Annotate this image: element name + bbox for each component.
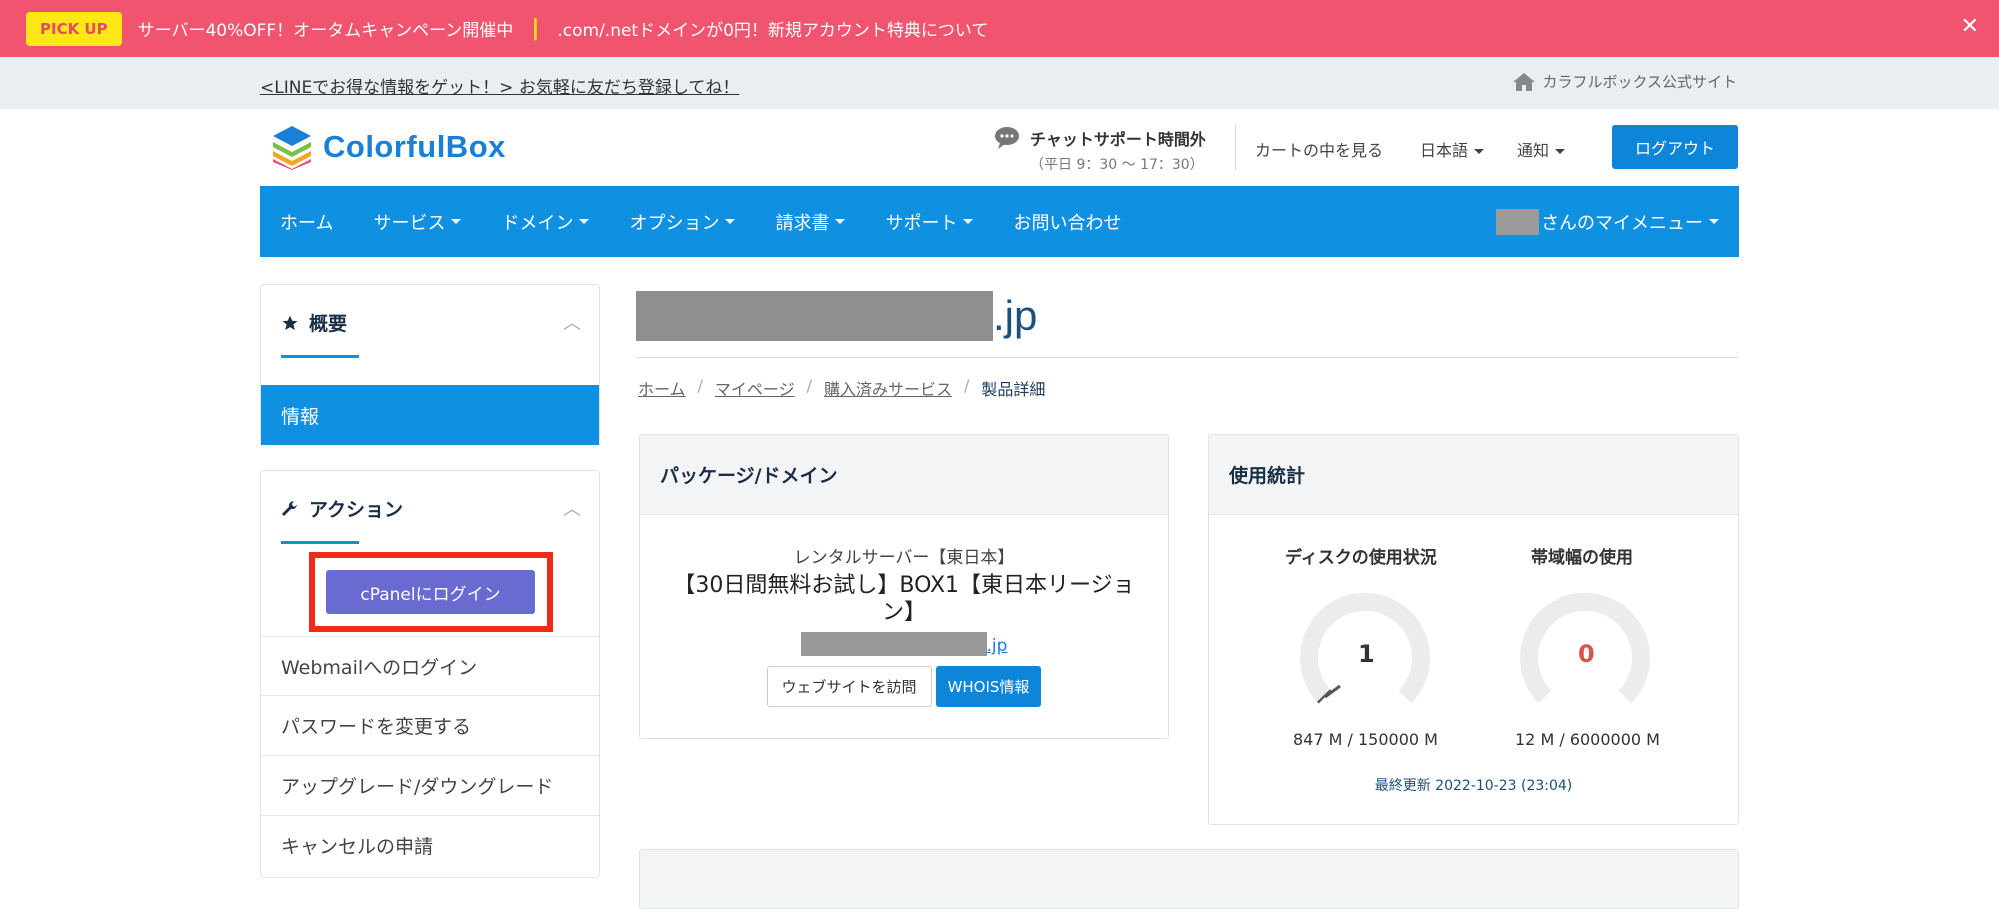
- cart-link[interactable]: カートの中を見る: [1255, 137, 1383, 161]
- nav-options-label: オプション: [629, 212, 720, 234]
- nav-invoices-label: 請求書: [775, 212, 830, 234]
- chat-bubble-icon: [995, 127, 1019, 149]
- chevron-down-icon: [963, 219, 974, 224]
- official-site-label: カラフルボックス公式サイト: [1542, 73, 1737, 91]
- usage-stats-card: 使用統計 ディスクの使用状況 1 847 M / 150000 M 帯域幅の使用…: [1208, 434, 1739, 825]
- nav-contact-label: お問い合わせ: [1013, 212, 1122, 234]
- chevron-up-icon[interactable]: ︿: [563, 309, 581, 335]
- chevron-down-icon: [725, 219, 736, 224]
- line-bar: <LINEでお得な情報をゲット！> お気軽に友だち登録してね！ カラフルボックス…: [0, 57, 1999, 109]
- nav-services-label: サービス: [373, 212, 446, 234]
- chevron-down-icon: [1709, 219, 1719, 224]
- header-divider: [1235, 124, 1236, 170]
- my-menu-label: さんのマイメニュー: [1541, 212, 1703, 234]
- close-icon[interactable]: ✕: [1961, 14, 1979, 39]
- chevron-down-icon: [1474, 149, 1485, 154]
- main-nav: ホーム サービス ドメイン オプション 請求書 サポート お問い合わせ さんのマ…: [260, 186, 1739, 257]
- chevron-down-icon: [1555, 149, 1566, 154]
- nav-invoices[interactable]: 請求書: [755, 209, 865, 235]
- nav-domains-label: ドメイン: [501, 212, 574, 234]
- domain-suffix: .jp: [993, 292, 1038, 339]
- panel-underline: [281, 541, 359, 544]
- redacted-domain: [800, 632, 987, 656]
- package-domain-suffix: .jp: [986, 636, 1008, 656]
- bandwidth-usage-label: 帯域幅の使用: [1531, 548, 1633, 568]
- action-webmail-login[interactable]: Webmailへのログイン: [261, 636, 599, 695]
- title-divider: [636, 357, 1739, 358]
- next-card: [639, 849, 1739, 909]
- visit-website-button[interactable]: ウェブサイトを訪問: [766, 666, 932, 707]
- chevron-down-icon: [835, 219, 846, 224]
- logout-button[interactable]: ログアウト: [1612, 125, 1738, 169]
- home-icon: [1513, 72, 1536, 91]
- nav-home-label: ホーム: [280, 212, 334, 234]
- redacted-domain: [636, 291, 993, 341]
- breadcrumb-mypage[interactable]: マイページ: [715, 376, 795, 400]
- redacted-username: [1496, 208, 1539, 235]
- disk-usage-label: ディスクの使用状況: [1285, 548, 1437, 568]
- cpanel-login-button[interactable]: cPanelにログイン: [326, 570, 535, 614]
- nav-support[interactable]: サポート: [865, 209, 993, 235]
- promo-campaign-link[interactable]: サーバー40%OFF！オータムキャンペーン開催中: [138, 16, 514, 41]
- line-register-link[interactable]: <LINEでお得な情報をゲット！> お気軽に友だち登録してね！: [260, 73, 739, 98]
- wrench-icon: [282, 500, 298, 516]
- promo-bar: PICK UP サーバー40%OFF！オータムキャンペーン開催中 | .com/…: [0, 0, 1999, 57]
- actions-toggle[interactable]: アクション: [281, 495, 403, 522]
- package-category: レンタルサーバー【東日本】: [793, 548, 1015, 568]
- usage-stats-title: 使用統計: [1209, 435, 1738, 515]
- promo-domain-link[interactable]: .com/.netドメインが0円！新規アカウント特典について: [557, 16, 988, 41]
- package-card: パッケージ/ドメイン レンタルサーバー【東日本】 【30日間無料お試し】BOX1…: [639, 434, 1169, 739]
- actions-title: アクション: [309, 499, 404, 521]
- nav-domains[interactable]: ドメイン: [481, 209, 609, 235]
- action-cancel-request[interactable]: キャンセルの申請: [261, 815, 599, 875]
- nav-contact[interactable]: お問い合わせ: [993, 209, 1141, 235]
- nav-options[interactable]: オプション: [609, 209, 755, 235]
- chat-hours: （平日 9：30 〜 17：30）: [1030, 157, 1204, 173]
- disk-gauge-value: 1: [1358, 640, 1375, 668]
- sidebar-item-info[interactable]: 情報: [261, 385, 599, 445]
- language-label: 日本語: [1420, 141, 1469, 160]
- official-site-link[interactable]: カラフルボックス公式サイト: [1512, 71, 1737, 92]
- breadcrumb-current: 製品詳細: [981, 380, 1046, 399]
- promo-separator: |: [531, 16, 540, 41]
- package-card-title: パッケージ/ドメイン: [640, 435, 1168, 515]
- chevron-up-icon[interactable]: ︿: [563, 495, 581, 521]
- actions-panel: アクション ︿ Webmailへのログイン パスワードを変更する アップグレード…: [260, 470, 600, 878]
- chevron-down-icon: [451, 219, 462, 224]
- logo-text: ColorfulBox: [323, 129, 506, 164]
- package-name: 【30日間無料お試し】BOX1【東日本リージョン】: [673, 573, 1135, 625]
- overview-panel: 概要 ︿ 情報: [260, 284, 600, 445]
- colorfulbox-logo-icon: [273, 126, 311, 170]
- overview-panel-header[interactable]: 概要 ︿: [261, 285, 599, 385]
- breadcrumb-home[interactable]: ホーム: [638, 376, 686, 400]
- nav-services[interactable]: サービス: [353, 209, 481, 235]
- whois-button[interactable]: WHOIS情報: [935, 666, 1042, 707]
- panel-underline: [281, 355, 359, 358]
- pickup-badge: PICK UP: [26, 11, 122, 46]
- bandwidth-usage-value: 12 M / 6000000 M: [1515, 730, 1660, 749]
- chevron-down-icon: [579, 219, 590, 224]
- last-updated: 最終更新 2022-10-23 (23:04): [1374, 778, 1573, 794]
- chat-support[interactable]: チャットサポート時間外 （平日 9：30 〜 17：30）: [994, 126, 1206, 174]
- package-domain-link[interactable]: .jp: [640, 632, 1168, 656]
- action-change-password[interactable]: パスワードを変更する: [261, 695, 599, 755]
- star-icon: [282, 315, 298, 330]
- logo[interactable]: ColorfulBox: [271, 124, 506, 170]
- my-menu-dropdown[interactable]: さんのマイメニュー: [1496, 186, 1719, 257]
- page-title: .jp: [636, 291, 1037, 341]
- breadcrumb-services[interactable]: 購入済みサービス: [824, 376, 952, 400]
- nav-support-label: サポート: [885, 212, 958, 234]
- notifications-dropdown[interactable]: 通知: [1517, 137, 1566, 161]
- bandwidth-gauge-value: 0: [1578, 640, 1595, 668]
- breadcrumb: ホーム / マイページ / 購入済みサービス / 製品詳細: [638, 376, 1046, 400]
- notifications-label: 通知: [1517, 141, 1550, 160]
- language-dropdown[interactable]: 日本語: [1420, 137, 1485, 161]
- disk-usage-value: 847 M / 150000 M: [1293, 730, 1438, 749]
- nav-home[interactable]: ホーム: [260, 209, 353, 235]
- chat-status: チャットサポート時間外: [1030, 130, 1206, 149]
- action-upgrade-downgrade[interactable]: アップグレード/ダウングレード: [261, 755, 599, 815]
- overview-title: 概要: [309, 313, 348, 335]
